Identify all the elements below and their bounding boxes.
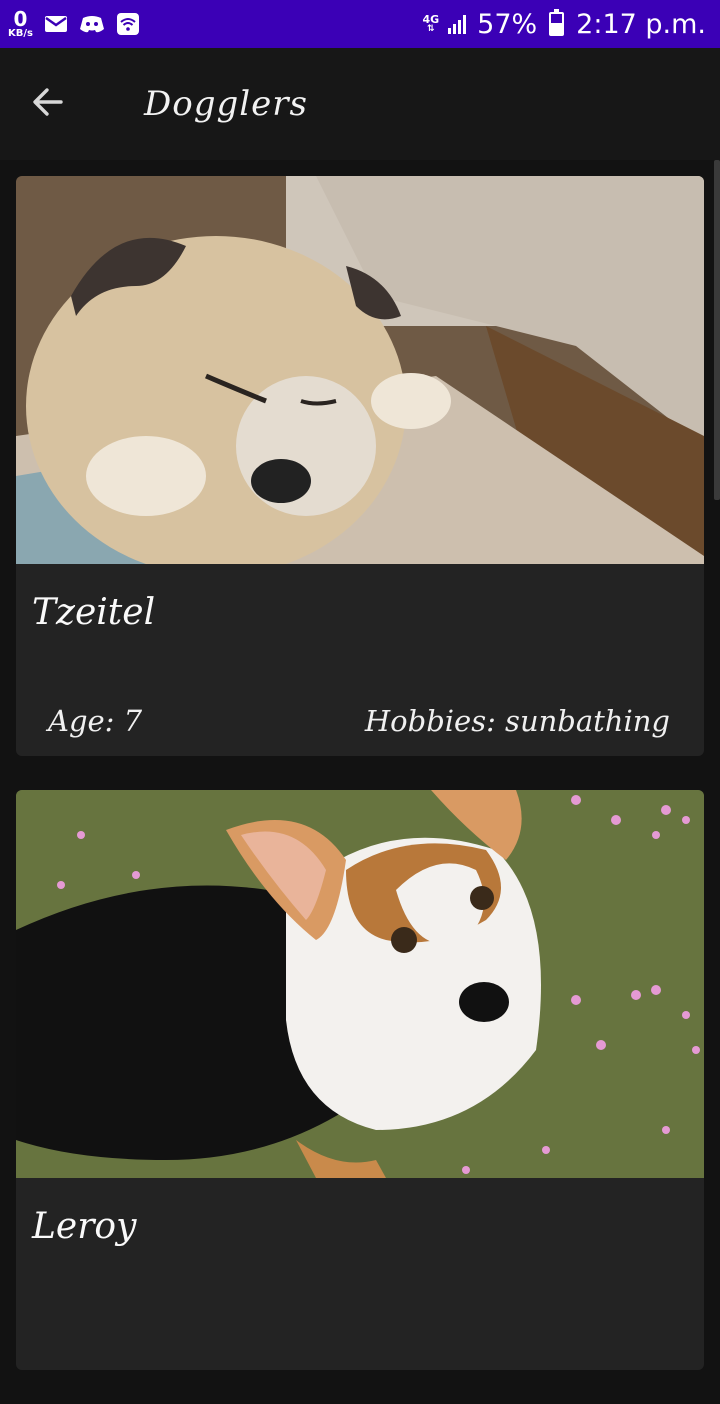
dog-list: Tzeitel Age: 7 Hobbies: sunbathing Leroy	[16, 176, 704, 1404]
battery-icon	[549, 9, 565, 36]
dog-card[interactable]: Tzeitel Age: 7 Hobbies: sunbathing	[16, 176, 704, 756]
dog-age: Age: 7	[48, 704, 143, 738]
clock: 2:17 p.m.	[576, 8, 706, 40]
arrow-left-icon	[31, 85, 65, 123]
dog-card-body: Leroy	[16, 1178, 704, 1370]
network-type: 4G ⇅	[422, 13, 440, 34]
network-speed: 0 KB/s	[8, 9, 33, 39]
speed-unit: KB/s	[8, 28, 33, 39]
wifi-icon	[115, 11, 141, 37]
dog-hobbies: Hobbies: sunbathing	[364, 704, 670, 738]
status-bar: 0 KB/s 4G ⇅ 57% 2:17 p.m.	[0, 0, 720, 48]
app-bar: Dogglers	[0, 48, 720, 160]
page-title: Dogglers	[144, 84, 308, 124]
mail-icon	[43, 11, 69, 37]
dog-card-body: Tzeitel Age: 7 Hobbies: sunbathing	[16, 564, 704, 756]
signal-icon	[445, 11, 471, 37]
dog-photo-pug	[16, 176, 704, 564]
back-button[interactable]	[16, 72, 80, 136]
speed-value: 0	[13, 7, 28, 31]
dog-photo-corgi	[16, 790, 704, 1178]
dog-card[interactable]: Leroy	[16, 790, 704, 1370]
scrollbar[interactable]	[714, 160, 720, 500]
dog-name: Leroy	[32, 1206, 137, 1247]
battery-fill	[551, 22, 563, 34]
battery-percent: 57%	[477, 8, 538, 40]
dog-name: Tzeitel	[32, 592, 156, 633]
discord-icon	[79, 11, 105, 37]
